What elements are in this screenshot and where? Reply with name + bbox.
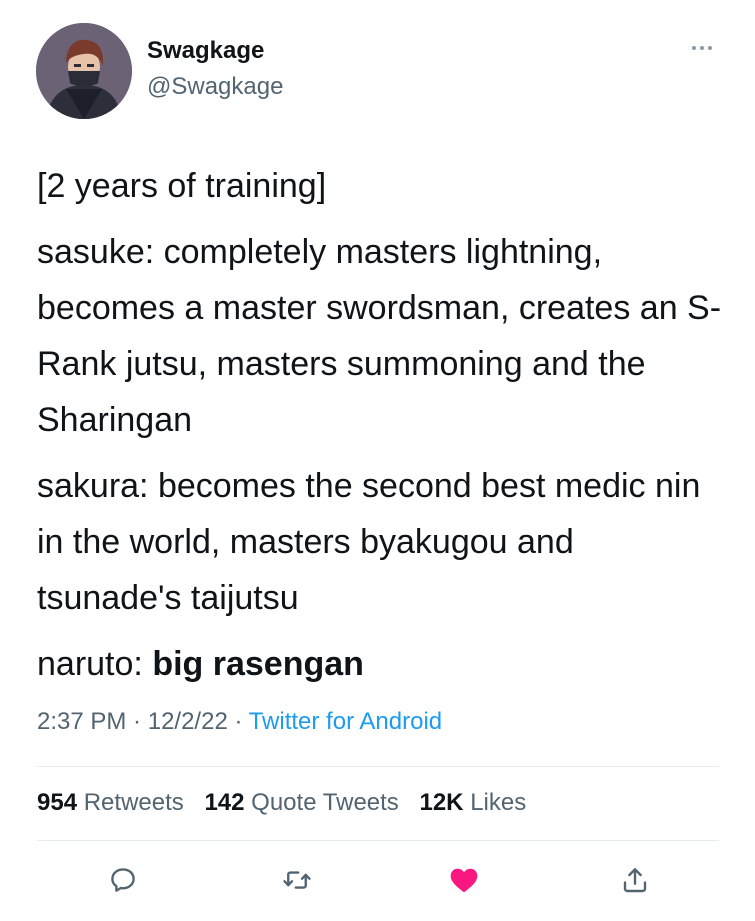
tweet-paragraph: sakura: becomes the second best medic ni… — [37, 467, 701, 617]
avatar[interactable] — [36, 23, 132, 119]
like-button[interactable] — [444, 860, 484, 900]
tweet-paragraph: [2 years of training] — [37, 167, 327, 205]
divider — [37, 840, 719, 841]
heart-icon — [450, 868, 478, 892]
retweets-stat[interactable]: 954 Retweets — [37, 789, 184, 816]
share-icon — [623, 868, 647, 893]
tweet-stats: 954 Retweets 142 Quote Tweets 12K Likes — [37, 788, 540, 818]
tweet-time[interactable]: 2:37 PM — [37, 708, 126, 735]
quote-tweets-stat[interactable]: 142 Quote Tweets — [204, 789, 398, 816]
tweet-date[interactable]: 12/2/22 — [148, 708, 228, 735]
reply-button[interactable] — [103, 860, 143, 900]
display-name[interactable]: Swagkage — [147, 37, 264, 65]
meta-separator: · — [227, 708, 249, 735]
tweet-meta: 2:37 PM · 12/2/22 · Twitter for Android — [37, 707, 442, 737]
retweet-button[interactable] — [277, 860, 317, 900]
tweet-source-link[interactable]: Twitter for Android — [249, 708, 442, 735]
tweet-text-prefix: naruto: — [37, 645, 153, 683]
tweet-text-bold: big rasengan — [152, 645, 364, 683]
likes-label: Likes — [470, 789, 527, 816]
more-options-icon[interactable] — [684, 36, 720, 60]
share-button[interactable] — [615, 860, 655, 900]
retweet-icon — [283, 871, 311, 889]
tweet-paragraph: naruto: big rasengan — [37, 636, 727, 692]
retweets-count: 954 — [37, 789, 78, 816]
tweet-paragraph: sasuke: completely masters lightning, be… — [37, 233, 722, 439]
tweet-text: [2 years of training] sasuke: completely… — [37, 158, 727, 702]
avatar-image — [36, 23, 132, 119]
likes-stat[interactable]: 12K Likes — [419, 789, 526, 816]
retweets-label: Retweets — [83, 789, 184, 816]
tweet-actions — [37, 858, 719, 902]
quote-tweets-count: 142 — [204, 789, 245, 816]
divider — [37, 766, 719, 767]
likes-count: 12K — [419, 789, 464, 816]
tweet-detail: Swagkage @Swagkage [2 years of training]… — [0, 0, 755, 921]
reply-icon — [111, 868, 135, 892]
quote-tweets-label: Quote Tweets — [251, 789, 399, 816]
meta-separator: · — [126, 708, 148, 735]
user-handle[interactable]: @Swagkage — [147, 73, 283, 101]
